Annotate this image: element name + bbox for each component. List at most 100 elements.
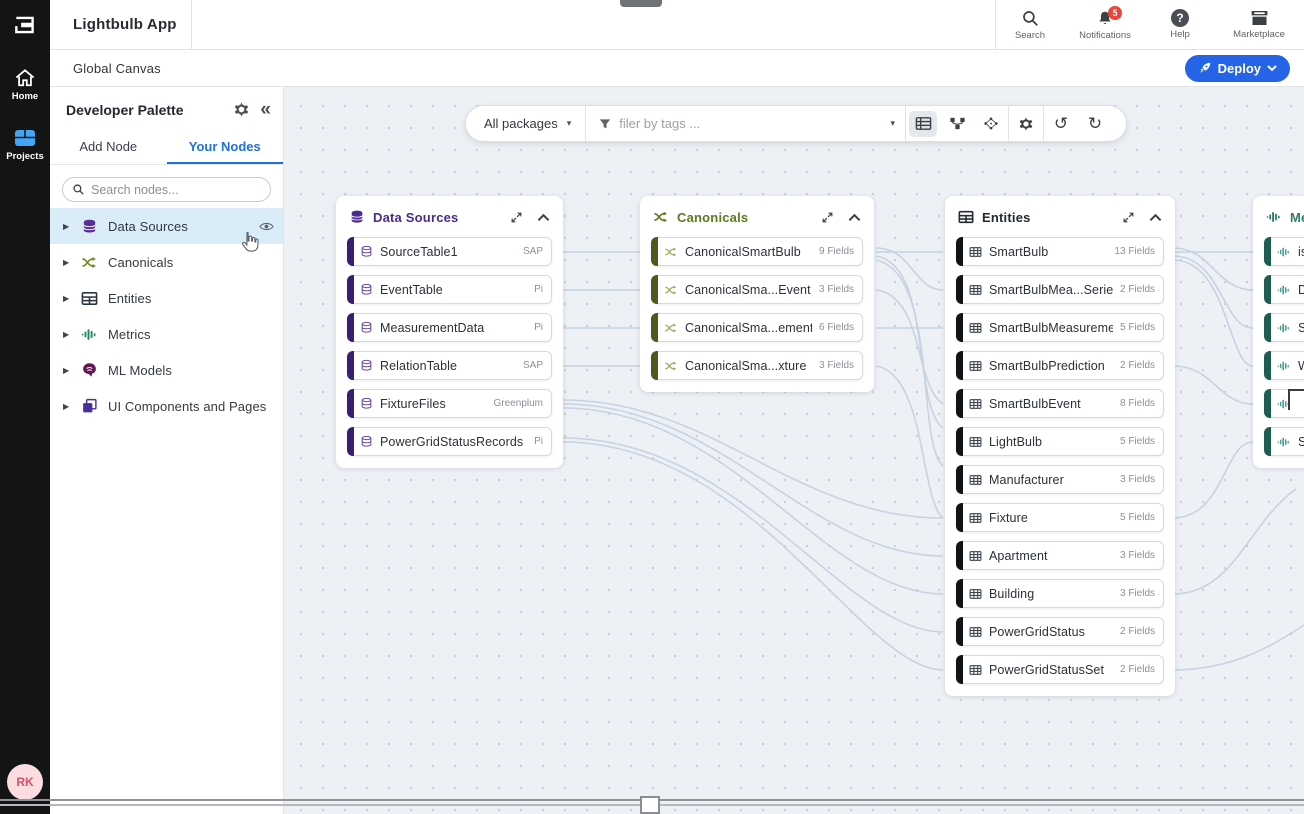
- brand-logo-icon[interactable]: [8, 8, 42, 42]
- node-card[interactable]: CanonicalSma...xture3 Fields: [651, 351, 863, 380]
- node-card[interactable]: FixtureFilesGreenplum: [347, 389, 552, 418]
- node-card[interactable]: Manufacturer3 Fields: [956, 465, 1164, 494]
- node-card[interactable]: Fixture5 Fields: [956, 503, 1164, 532]
- node-card[interactable]: Du: [1264, 275, 1304, 304]
- expand-column-icon[interactable]: [510, 211, 523, 224]
- node-search-input[interactable]: [91, 183, 261, 197]
- collapse-column-icon[interactable]: [1149, 213, 1162, 222]
- expander-caret-icon[interactable]: ▶: [63, 402, 71, 411]
- metrics-icon: [81, 327, 98, 342]
- search-icon: [72, 183, 85, 196]
- capture-bottom-handle[interactable]: [640, 796, 660, 814]
- node-card[interactable]: CanonicalSmartBulb9 Fields: [651, 237, 863, 266]
- expand-column-icon[interactable]: [1122, 211, 1135, 224]
- node-card[interactable]: Sw: [1264, 313, 1304, 342]
- sub-header: Global Canvas Deploy: [50, 50, 1304, 87]
- expander-caret-icon[interactable]: ▶: [63, 222, 71, 231]
- user-avatar[interactable]: RK: [7, 764, 43, 800]
- node-card[interactable]: SmartBulbPrediction 2 Fields: [956, 351, 1164, 380]
- redo-button[interactable]: ↻: [1081, 111, 1109, 137]
- node-card[interactable]: Wi: [1264, 351, 1304, 380]
- node-card[interactable]: CanonicalSma...Event3 Fields: [651, 275, 863, 304]
- nav-notifications[interactable]: 5 Notifications: [1064, 0, 1146, 49]
- tree-label: Metrics: [108, 327, 151, 342]
- collapse-column-icon[interactable]: [848, 213, 861, 222]
- node-badge: 3 Fields: [819, 360, 854, 371]
- tree-item-ml-models[interactable]: ▶ ML Models: [50, 352, 283, 388]
- nav-search[interactable]: Search: [996, 0, 1064, 49]
- breadcrumb: Global Canvas: [50, 61, 161, 76]
- tree-item-data-sources[interactable]: ▶ Data Sources: [50, 208, 283, 244]
- expander-caret-icon[interactable]: ▶: [63, 366, 71, 375]
- undo-button[interactable]: ↺: [1047, 111, 1075, 137]
- rail-item-projects[interactable]: Projects: [6, 128, 44, 162]
- node-name: SmartBulbEvent: [989, 397, 1113, 411]
- tree-item-metrics[interactable]: ▶ Metrics: [50, 316, 283, 352]
- node-card[interactable]: isD: [1264, 237, 1304, 266]
- node-badge: 2 Fields: [1120, 664, 1155, 675]
- network-view-button[interactable]: [977, 111, 1005, 137]
- node-badge: 2 Fields: [1120, 360, 1155, 371]
- packages-dropdown[interactable]: All packages ▾: [484, 116, 585, 131]
- node-card[interactable]: Apartment3 Fields: [956, 541, 1164, 570]
- nav-help-label: Help: [1170, 29, 1190, 40]
- chevron-down-icon[interactable]: ▾: [890, 118, 895, 129]
- collapse-panel-icon[interactable]: «: [260, 103, 271, 117]
- tree-item-entities[interactable]: ▶ Entities: [50, 280, 283, 316]
- node-name: Wi: [1298, 359, 1304, 373]
- expander-caret-icon[interactable]: ▶: [63, 294, 71, 303]
- canvas-settings-button[interactable]: [1012, 111, 1040, 137]
- node-badge: 2 Fields: [1120, 284, 1155, 295]
- node-card[interactable]: MeasurementDataPi: [347, 313, 552, 342]
- node-card[interactable]: Sw: [1264, 427, 1304, 456]
- nav-help[interactable]: ? Help: [1146, 0, 1214, 49]
- palette-settings-gear-icon[interactable]: [233, 101, 250, 118]
- list-view-button[interactable]: [909, 111, 937, 137]
- node-card[interactable]: SmartBulbMea...Series2 Fields: [956, 275, 1164, 304]
- global-canvas[interactable]: All packages ▾ ▾ ↺ ↻ Data Sources: [284, 87, 1304, 814]
- tree-item-canonicals[interactable]: ▶ Canonicals: [50, 244, 283, 280]
- node-card[interactable]: SmartBulb13 Fields: [956, 237, 1164, 266]
- expand-column-icon[interactable]: [821, 211, 834, 224]
- node-card[interactable]: Building3 Fields: [956, 579, 1164, 608]
- node-card[interactable]: LightBulb5 Fields: [956, 427, 1164, 456]
- node-badge: 9 Fields: [819, 246, 854, 257]
- node-name: RelationTable: [380, 359, 516, 373]
- pages-icon: [81, 398, 98, 414]
- tree-item-ui-components[interactable]: ▶ UI Components and Pages: [50, 388, 283, 424]
- node-badge: 8 Fields: [1120, 398, 1155, 409]
- node-card[interactable]: EventTablePi: [347, 275, 552, 304]
- node-card[interactable]: SourceTable1SAP: [347, 237, 552, 266]
- expander-caret-icon[interactable]: ▶: [63, 330, 71, 339]
- node-badge: Greenplum: [494, 398, 543, 409]
- node-card[interactable]: RelationTableSAP: [347, 351, 552, 380]
- eye-icon[interactable]: [259, 221, 274, 232]
- shuffle-icon: [81, 255, 98, 270]
- node-badge: 5 Fields: [1120, 436, 1155, 447]
- rail-item-home[interactable]: Home: [12, 68, 38, 102]
- node-card[interactable]: SmartBulbMeasurement5 Fields: [956, 313, 1164, 342]
- nav-marketplace[interactable]: Marketplace: [1214, 0, 1304, 49]
- expander-caret-icon[interactable]: ▶: [63, 258, 71, 267]
- node-card[interactable]: PowerGridStatusSet2 Fields: [956, 655, 1164, 684]
- node-card[interactable]: SmartBulbEvent 8 Fields: [956, 389, 1164, 418]
- table-icon: [969, 588, 982, 600]
- home-icon: [14, 68, 36, 88]
- node-card[interactable]: PowerGridStatus2 Fields: [956, 617, 1164, 646]
- node-card[interactable]: PowerGridStatusRecordsPi: [347, 427, 552, 456]
- node-card[interactable]: CanonicalSma...ement6 Fields: [651, 313, 863, 342]
- node-name: CanonicalSma...ement: [685, 321, 812, 335]
- node-name: Du: [1298, 283, 1304, 297]
- tree-label: Canonicals: [108, 255, 173, 270]
- tab-your-nodes[interactable]: Your Nodes: [167, 130, 284, 164]
- collapse-column-icon[interactable]: [537, 213, 550, 222]
- deploy-button[interactable]: Deploy: [1185, 55, 1290, 82]
- tag-filter-input[interactable]: [619, 116, 883, 131]
- chevron-down-icon: [1267, 64, 1277, 72]
- app-title-cell: Lightbulb App: [50, 0, 192, 49]
- hierarchy-view-button[interactable]: [943, 111, 971, 137]
- column-metrics: Metrics isD Du Sw Wi H Sw: [1253, 196, 1304, 468]
- top-bar: Lightbulb App Search 5 Notifications ? H…: [50, 0, 1304, 50]
- node-name: SmartBulbPrediction: [989, 359, 1113, 373]
- tab-add-node[interactable]: Add Node: [50, 130, 167, 164]
